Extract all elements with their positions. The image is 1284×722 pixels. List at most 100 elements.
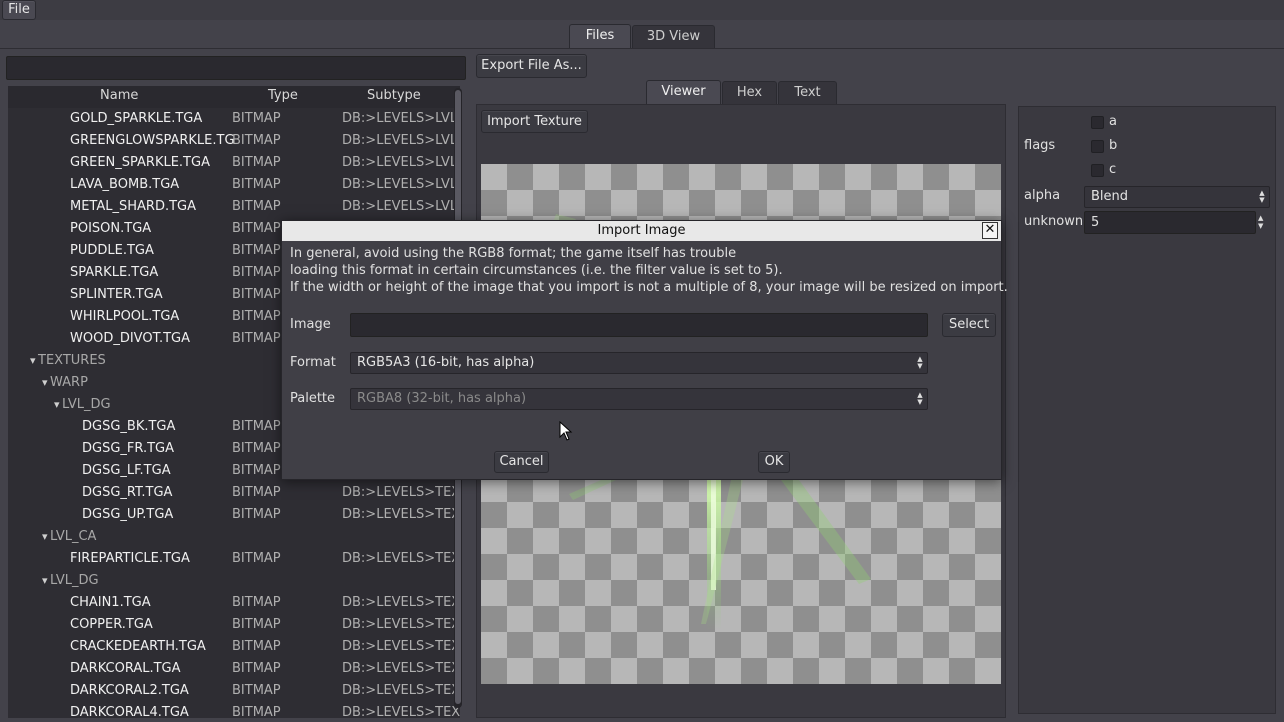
tab-divider bbox=[0, 48, 1284, 49]
flag-b-label: b bbox=[1109, 138, 1118, 153]
file-subtype-cell: DB:>LEVELS>LVL bbox=[342, 111, 458, 126]
unknown-spinbox[interactable]: 5 bbox=[1084, 211, 1256, 234]
file-subtype-cell: DB:>LEVELS>LVL bbox=[342, 133, 458, 148]
column-type-header[interactable]: Type bbox=[268, 88, 298, 103]
table-row[interactable]: GOLD_SPARKLE.TGA BITMAP DB:>LEVELS>LVL bbox=[8, 108, 460, 130]
file-type-cell: BITMAP bbox=[232, 155, 281, 170]
image-path-input[interactable] bbox=[350, 313, 928, 337]
file-type-cell: BITMAP bbox=[232, 111, 281, 126]
expand-arrow-icon[interactable]: ▾ bbox=[42, 376, 48, 389]
tree-folder-row[interactable]: ▾ LVL_DG bbox=[8, 570, 460, 592]
flag-c-checkbox[interactable] bbox=[1091, 164, 1104, 177]
format-label: Format bbox=[290, 355, 336, 370]
flag-c-label: c bbox=[1109, 162, 1117, 177]
tree-folder-row[interactable]: ▾ LVL_CA bbox=[8, 526, 460, 548]
palette-select-value: RGBA8 (32-bit, has alpha) bbox=[357, 391, 527, 406]
file-type-cell: BITMAP bbox=[232, 661, 281, 676]
tab-files[interactable]: Files bbox=[569, 24, 631, 48]
file-name-cell: DGSG_FR.TGA bbox=[82, 441, 174, 456]
file-type-cell: BITMAP bbox=[232, 177, 281, 192]
file-type-cell: BITMAP bbox=[232, 419, 281, 434]
flags-label: flags bbox=[1024, 138, 1056, 153]
file-name-cell: DARKCORAL.TGA bbox=[70, 661, 181, 676]
table-row[interactable]: DARKCORAL2.TGA BITMAP DB:>LEVELS>TEX bbox=[8, 680, 460, 702]
file-name-cell: CRACKEDEARTH.TGA bbox=[70, 639, 206, 654]
file-type-cell: BITMAP bbox=[232, 287, 281, 302]
file-name-cell: DGSG_BK.TGA bbox=[82, 419, 176, 434]
select-button[interactable]: Select bbox=[942, 313, 996, 337]
tab-text[interactable]: Text bbox=[778, 81, 837, 105]
table-row[interactable]: GREEN_SPARKLE.TGA BITMAP DB:>LEVELS>LVL bbox=[8, 152, 460, 174]
flag-a-checkbox[interactable] bbox=[1091, 116, 1104, 129]
format-select-value: RGB5A3 (16-bit, has alpha) bbox=[357, 355, 535, 370]
palette-select: RGBA8 (32-bit, has alpha) ▲ ▼ bbox=[350, 388, 928, 410]
column-subtype-header[interactable]: Subtype bbox=[367, 88, 421, 103]
file-type-cell: BITMAP bbox=[232, 221, 281, 236]
table-row[interactable]: DARKCORAL.TGA BITMAP DB:>LEVELS>TEX bbox=[8, 658, 460, 680]
file-name-cell: GREENGLOWSPARKLE.TG bbox=[70, 133, 235, 148]
file-type-cell: BITMAP bbox=[232, 683, 281, 698]
unknown-value: 5 bbox=[1091, 215, 1100, 230]
flag-a-label: a bbox=[1109, 114, 1117, 129]
dialog-message-line-2: loading this format in certain circumsta… bbox=[290, 263, 783, 278]
table-row[interactable]: GREENGLOWSPARKLE.TG BITMAP DB:>LEVELS>LVL bbox=[8, 130, 460, 152]
table-row[interactable]: DGSG_UP.TGA BITMAP DB:>LEVELS>TEX bbox=[8, 504, 460, 526]
tab-hex[interactable]: Hex bbox=[722, 81, 777, 105]
file-name-cell: DGSG_LF.TGA bbox=[82, 463, 171, 478]
file-subtype-cell: DB:>LEVELS>TEX bbox=[342, 595, 460, 610]
table-row[interactable]: CRACKEDEARTH.TGA BITMAP DB:>LEVELS>TEX bbox=[8, 636, 460, 658]
file-type-cell: BITMAP bbox=[232, 639, 281, 654]
file-subtype-cell: DB:>LEVELS>TEX bbox=[342, 507, 460, 522]
tab-3d-view[interactable]: 3D View bbox=[632, 25, 715, 49]
expand-arrow-icon[interactable]: ▾ bbox=[54, 398, 60, 411]
file-type-cell: BITMAP bbox=[232, 331, 281, 346]
file-menu[interactable]: File bbox=[2, 0, 36, 20]
table-row[interactable]: FIREPARTICLE.TGA BITMAP DB:>LEVELS>TEX bbox=[8, 548, 460, 570]
file-type-cell: BITMAP bbox=[232, 595, 281, 610]
file-name-cell: DGSG_UP.TGA bbox=[82, 507, 174, 522]
expand-arrow-icon[interactable]: ▾ bbox=[42, 530, 48, 543]
format-select[interactable]: RGB5A3 (16-bit, has alpha) ▲ ▼ bbox=[350, 352, 928, 374]
file-subtype-cell: DB:>LEVELS>TEX bbox=[342, 485, 460, 500]
file-name-cell: WHIRLPOOL.TGA bbox=[70, 309, 180, 324]
expand-arrow-icon[interactable]: ▾ bbox=[30, 354, 36, 367]
export-file-as-button[interactable]: Export File As... bbox=[476, 54, 587, 78]
tab-viewer[interactable]: Viewer bbox=[646, 80, 721, 104]
alpha-select[interactable]: Blend ▲ ▼ bbox=[1084, 186, 1270, 208]
file-subtype-cell: DB:>LEVELS>LVL bbox=[342, 199, 458, 214]
dialog-title: Import Image bbox=[282, 221, 1001, 241]
file-name-cell: GOLD_SPARKLE.TGA bbox=[70, 111, 203, 126]
file-name-cell: FIREPARTICLE.TGA bbox=[70, 551, 190, 566]
table-row[interactable]: DARKCORAL4.TGA BITMAP DB:>LEVELS>TEX bbox=[8, 702, 460, 718]
file-name-cell: POISON.TGA bbox=[70, 221, 152, 236]
table-row[interactable]: COPPER.TGA BITMAP DB:>LEVELS>TEX bbox=[8, 614, 460, 636]
table-row[interactable]: METAL_SHARD.TGA BITMAP DB:>LEVELS>LVL bbox=[8, 196, 460, 218]
column-name-header[interactable]: Name bbox=[100, 88, 138, 103]
file-subtype-cell: DB:>LEVELS>TEX bbox=[342, 551, 460, 566]
expand-arrow-icon[interactable]: ▾ bbox=[42, 574, 48, 587]
table-row[interactable]: DGSG_RT.TGA BITMAP DB:>LEVELS>TEX bbox=[8, 482, 460, 504]
table-row[interactable]: CHAIN1.TGA BITMAP DB:>LEVELS>TEX bbox=[8, 592, 460, 614]
file-name-cell: DGSG_RT.TGA bbox=[82, 485, 173, 500]
file-type-cell: BITMAP bbox=[232, 265, 281, 280]
close-icon[interactable]: ✕ bbox=[982, 222, 998, 239]
import-texture-button[interactable]: Import Texture bbox=[481, 110, 588, 133]
updown-icon: ▲ ▼ bbox=[1259, 189, 1265, 204]
import-image-dialog: Import Image ✕ In general, avoid using t… bbox=[281, 220, 1008, 480]
folder-label: LVL_CA bbox=[50, 529, 97, 544]
ok-button[interactable]: OK bbox=[758, 451, 790, 473]
table-row[interactable]: LAVA_BOMB.TGA BITMAP DB:>LEVELS>LVL bbox=[8, 174, 460, 196]
file-type-cell: BITMAP bbox=[232, 243, 281, 258]
file-type-cell: BITMAP bbox=[232, 133, 281, 148]
alpha-label: alpha bbox=[1024, 188, 1061, 203]
file-name-cell: SPLINTER.TGA bbox=[70, 287, 163, 302]
flag-b-checkbox[interactable] bbox=[1091, 140, 1104, 153]
cancel-button[interactable]: Cancel bbox=[494, 451, 549, 473]
file-subtype-cell: DB:>LEVELS>LVL bbox=[342, 177, 458, 192]
file-name-cell: SPARKLE.TGA bbox=[70, 265, 159, 280]
search-input[interactable] bbox=[6, 56, 466, 80]
file-subtype-cell: DB:>LEVELS>LVL bbox=[342, 155, 458, 170]
palette-label: Palette bbox=[290, 391, 336, 406]
dialog-message-line-3: If the width or height of the image that… bbox=[290, 280, 1008, 295]
spin-arrows-icon[interactable]: ▲ ▼ bbox=[1258, 214, 1263, 230]
